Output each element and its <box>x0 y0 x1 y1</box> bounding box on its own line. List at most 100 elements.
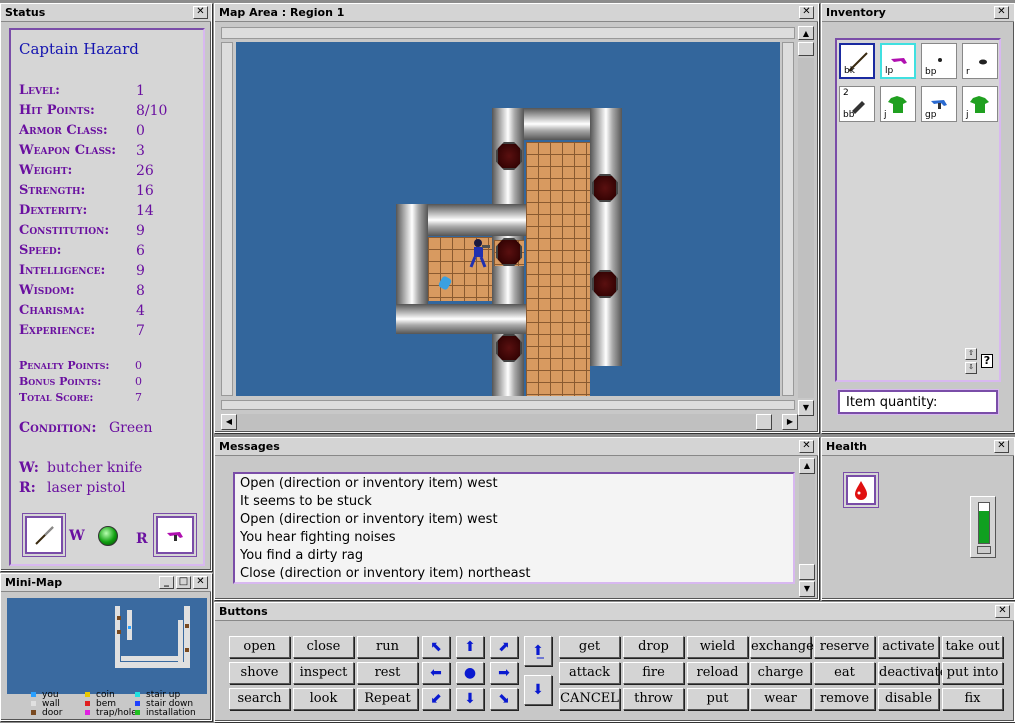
weapon-slot[interactable] <box>25 516 63 554</box>
map-canvas[interactable] <box>236 42 780 396</box>
map-scroll-right-button[interactable]: ▶ <box>782 414 798 430</box>
move-north-button[interactable]: ⬆ <box>456 636 484 658</box>
inventory-slot[interactable]: lp <box>880 43 916 79</box>
put-button[interactable]: put <box>687 688 748 710</box>
message-line: It seems to be stuck <box>240 494 372 509</box>
map-scroll-up-button[interactable]: ▲ <box>798 26 814 40</box>
inventory-close-button[interactable]: ✕ <box>994 6 1009 19</box>
move-southwest-button[interactable]: ⬋ <box>422 688 450 710</box>
close-button[interactable]: close <box>293 636 354 658</box>
map-close-button[interactable]: ✕ <box>799 6 814 19</box>
inventory-slot[interactable]: bk <box>839 43 875 79</box>
health-close-button[interactable]: ✕ <box>994 440 1009 453</box>
move-west-button[interactable]: ⬅ <box>422 662 450 684</box>
throw-button[interactable]: throw <box>623 688 684 710</box>
door[interactable] <box>496 334 522 362</box>
ranged-slot[interactable] <box>156 516 194 554</box>
inventory-slot[interactable]: j <box>962 86 998 122</box>
map-vertical-scrollbar[interactable] <box>798 58 814 398</box>
map-scroll-down-button[interactable]: ▼ <box>798 400 814 416</box>
charge-button[interactable]: charge <box>750 662 811 684</box>
look-button[interactable]: look <box>293 688 354 710</box>
minimap-close-button[interactable]: ✕ <box>193 576 208 589</box>
character-name: Captain Hazard <box>19 40 139 58</box>
shove-button[interactable]: shove <box>229 662 290 684</box>
inspect-button[interactable]: inspect <box>293 662 354 684</box>
messages-scroll-up-button[interactable]: ▲ <box>799 458 815 474</box>
door[interactable] <box>592 174 618 202</box>
inventory-title: Inventory <box>822 4 1014 22</box>
activate-button[interactable]: activate <box>878 636 939 658</box>
points-label: Penalty Points: <box>19 359 110 372</box>
message-line: Open (direction or inventory item) west <box>240 476 498 491</box>
inventory-down-button[interactable]: ⇩ <box>965 362 977 374</box>
stat-label: Weight: <box>19 163 73 178</box>
move-northwest-button[interactable]: ⬉ <box>422 636 450 658</box>
status-close-button[interactable]: ✕ <box>193 6 208 19</box>
run-button[interactable]: run <box>357 636 418 658</box>
inventory-up-button[interactable]: ⇧ <box>965 348 977 360</box>
reload-button[interactable]: reload <box>687 662 748 684</box>
inventory-help-button[interactable]: ? <box>981 354 993 368</box>
legend-entry: trap/hole <box>85 708 137 718</box>
health-title: Health <box>822 438 1014 456</box>
messages-scroll-thumb[interactable] <box>799 564 815 580</box>
drop-button[interactable]: drop <box>623 636 684 658</box>
minimap-maximize-button[interactable]: □ <box>176 576 191 589</box>
item-quantity-field[interactable]: Item quantity: <box>838 390 998 414</box>
messages-close-button[interactable]: ✕ <box>799 440 814 453</box>
messages-scroll-down-button[interactable]: ▼ <box>799 581 815 597</box>
open-button[interactable]: open <box>229 636 290 658</box>
inventory-slot[interactable]: j <box>880 86 916 122</box>
inventory-slot[interactable]: r <box>962 43 998 79</box>
reserve-button[interactable]: reserve <box>814 636 875 658</box>
eat-button[interactable]: eat <box>814 662 875 684</box>
wait-button[interactable]: ● <box>456 662 484 684</box>
remove-button[interactable]: remove <box>814 688 875 710</box>
weapon-value: butcher knife <box>47 460 143 476</box>
map-scroll-left-button[interactable]: ◀ <box>221 414 237 430</box>
player-icon <box>469 239 490 268</box>
fire-button[interactable]: fire <box>623 662 684 684</box>
exchange-button[interactable]: exchange <box>750 636 814 658</box>
move-northeast-button[interactable]: ⬈ <box>490 636 518 658</box>
minimap-minimize-button[interactable]: _ <box>159 576 174 589</box>
take-out-button[interactable]: take out <box>942 636 1003 658</box>
move-east-button[interactable]: ➡ <box>490 662 518 684</box>
cancel-button[interactable]: CANCEL <box>559 688 620 710</box>
move-southeast-button[interactable]: ⬊ <box>490 688 518 710</box>
climb-up-button[interactable]: ⬆̲ <box>524 636 552 666</box>
wield-button[interactable]: wield <box>687 636 748 658</box>
stat-value: 7 <box>136 323 145 339</box>
door[interactable] <box>592 270 618 298</box>
inventory-slot[interactable]: gp <box>921 86 957 122</box>
disable-button[interactable]: disable <box>878 688 939 710</box>
inventory-panel: Inventory ✕ bk lp bp r 2 bb j gp j ⇧ ⇩ ? Item qu… <box>821 3 1015 433</box>
fix-button[interactable]: fix <box>942 688 1003 710</box>
inventory-item-label: j <box>884 110 887 120</box>
stat-label: Constitution: <box>19 223 110 238</box>
wear-button[interactable]: wear <box>750 688 811 710</box>
map-vscroll-thumb[interactable] <box>798 42 814 56</box>
map-top-scrollbar[interactable] <box>221 27 795 39</box>
inventory-slot[interactable]: bp <box>921 43 957 79</box>
get-button[interactable]: get <box>559 636 620 658</box>
health-panel: Health ✕ <box>821 437 1015 600</box>
buttons-close-button[interactable]: ✕ <box>995 605 1010 618</box>
climb-down-button[interactable]: ⬇ <box>524 675 552 705</box>
move-south-button[interactable]: ⬇ <box>456 688 484 710</box>
legend-label: door <box>42 708 63 718</box>
map-horizontal-scrollbar[interactable] <box>237 414 767 430</box>
repeat-button[interactable]: Repeat <box>357 688 418 710</box>
map-title: Map Area : Region 1 <box>215 4 818 22</box>
attack-button[interactable]: attack <box>559 662 620 684</box>
inventory-item-count: 2 <box>843 88 849 98</box>
inventory-slot[interactable]: 2 bb <box>839 86 875 122</box>
rest-button[interactable]: rest <box>357 662 418 684</box>
search-button[interactable]: search <box>229 688 290 710</box>
health-gauge-fill <box>979 511 989 543</box>
map-hscroll-thumb[interactable] <box>756 414 772 430</box>
minimap-view[interactable] <box>7 598 207 694</box>
deactivate-button[interactable]: deactivate <box>878 662 947 684</box>
put-into-button[interactable]: put into <box>942 662 1003 684</box>
